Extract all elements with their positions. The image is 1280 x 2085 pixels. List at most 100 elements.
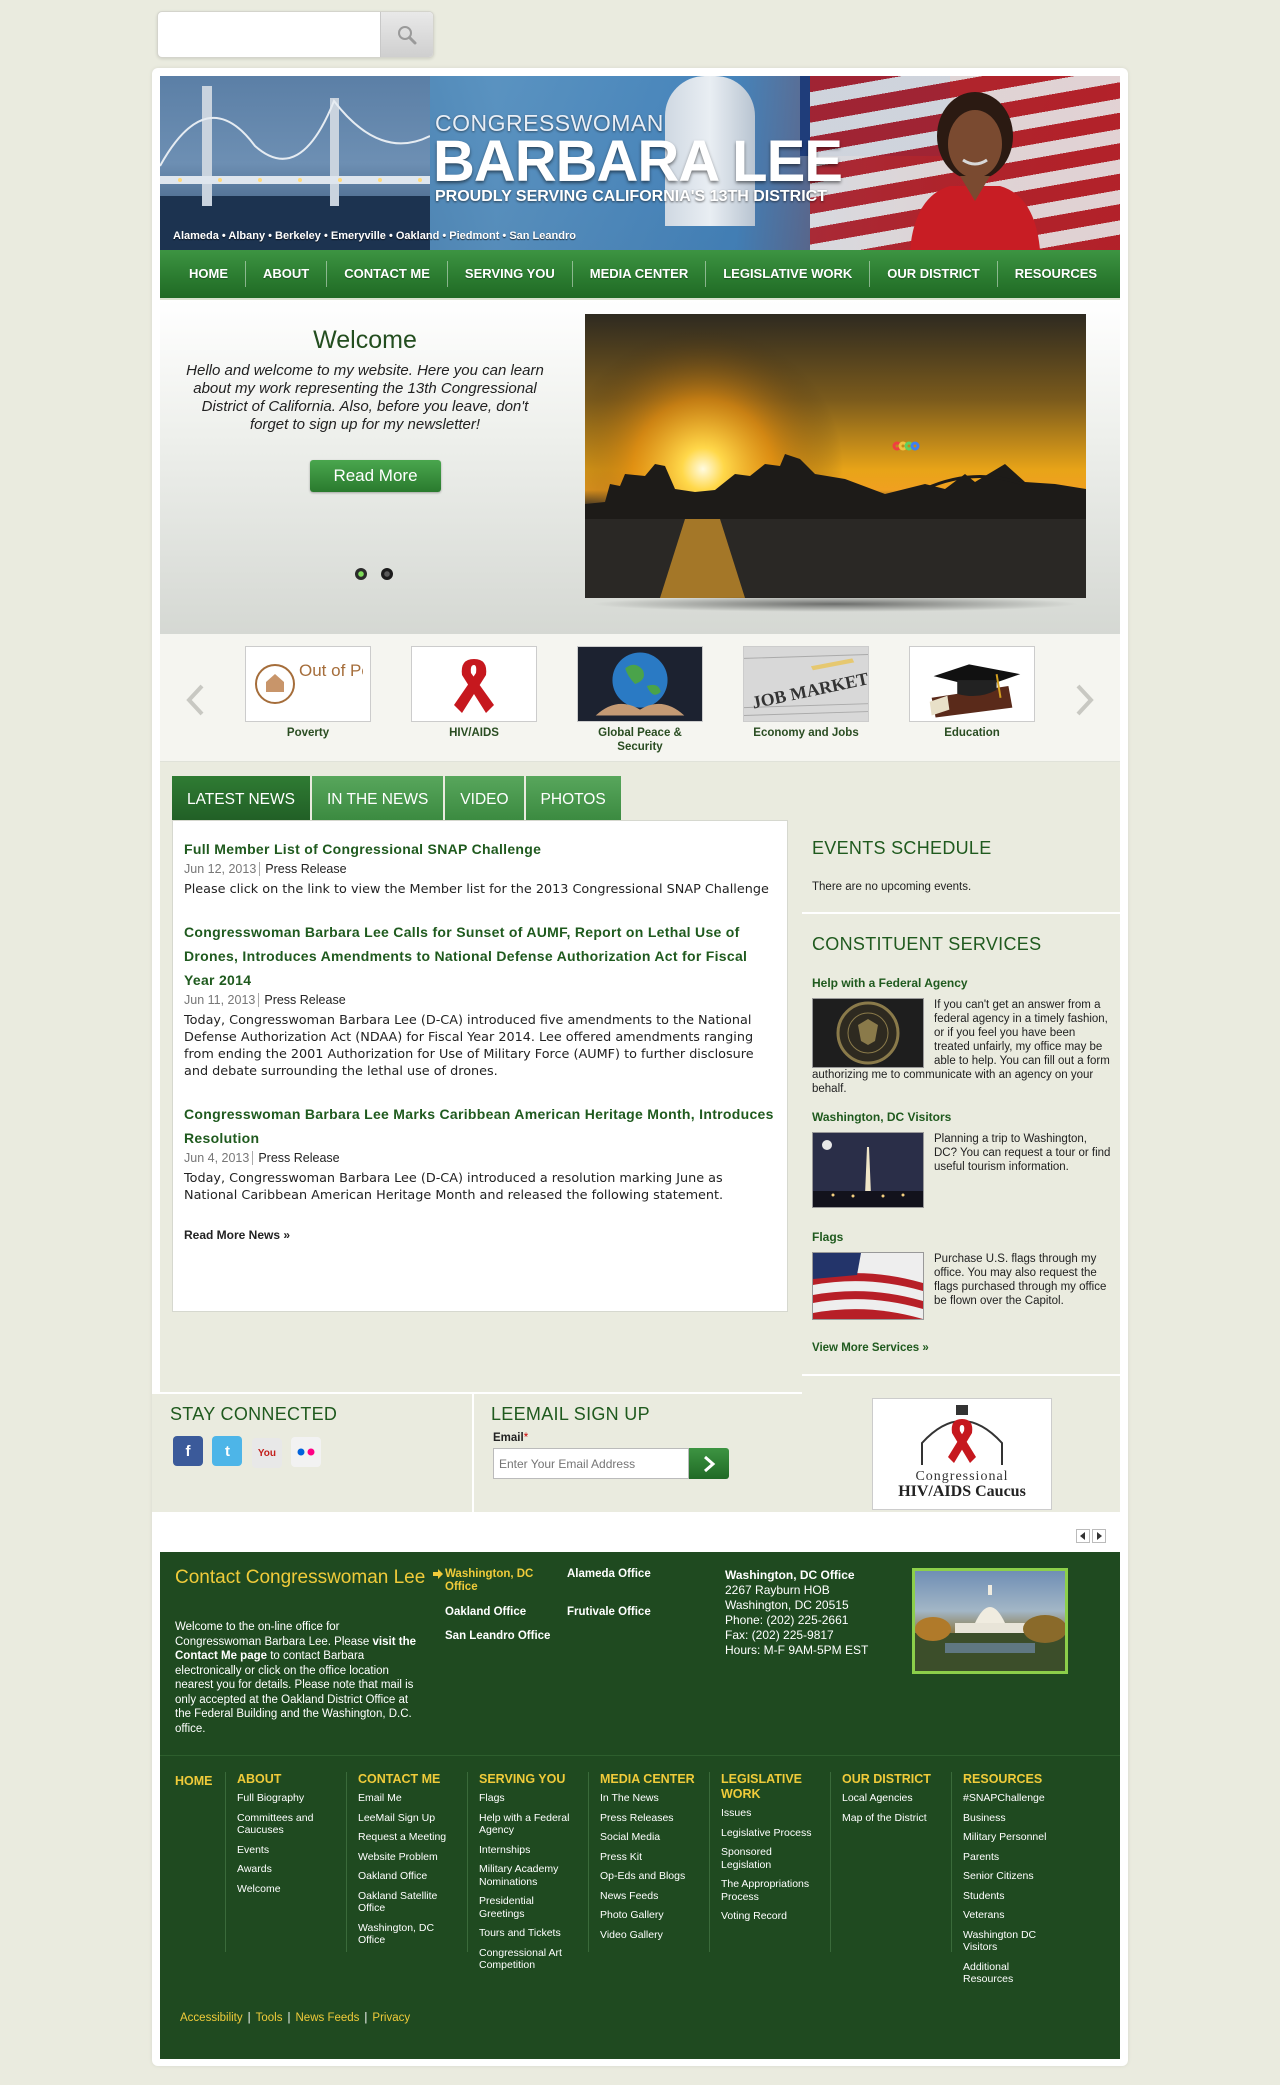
footer-link[interactable]: Students — [963, 1890, 1061, 1903]
issue-tile-hiv-aids[interactable]: HIV/AIDS — [411, 646, 537, 740]
footer-link[interactable]: Oakland Satellite Office — [358, 1890, 456, 1915]
footer-link[interactable]: Local Agencies — [842, 1792, 940, 1805]
nav-serving-you[interactable]: SERVING YOU — [448, 261, 573, 287]
facebook-icon[interactable]: f — [173, 1436, 203, 1466]
service-title[interactable]: Help with a Federal Agency — [812, 976, 968, 990]
carousel-next-button[interactable] — [1075, 684, 1095, 716]
nav-resources[interactable]: RESOURCES — [998, 261, 1114, 287]
footer-link[interactable]: Tours and Tickets — [479, 1927, 577, 1940]
office-san-leandro[interactable]: San Leandro Office — [445, 1630, 550, 1643]
mini-prev-button[interactable] — [1076, 1529, 1090, 1543]
tab-photos[interactable]: PHOTOS — [525, 776, 621, 821]
tab-video[interactable]: VIDEO — [445, 776, 524, 821]
footer-link[interactable]: Internships — [479, 1844, 577, 1857]
footer-head-media[interactable]: MEDIA CENTER — [600, 1772, 698, 1787]
footer-link[interactable]: Senior Citizens — [963, 1870, 1061, 1883]
carousel-prev-button[interactable] — [185, 684, 205, 716]
footer-link[interactable]: Events — [237, 1844, 335, 1857]
view-more-services-link[interactable]: View More Services » — [812, 1342, 929, 1354]
issue-tile-poverty[interactable]: Out of Poverty Caucus Poverty — [245, 646, 371, 740]
footer-head-district[interactable]: OUR DISTRICT — [842, 1772, 940, 1787]
footer-link[interactable]: Press Releases — [600, 1812, 698, 1825]
nav-media-center[interactable]: MEDIA CENTER — [573, 261, 707, 287]
footer-link[interactable]: Voting Record — [721, 1910, 819, 1923]
footer-head-serving[interactable]: SERVING YOU — [479, 1772, 577, 1787]
issue-tile-global-peace[interactable]: Global Peace & Security — [577, 646, 703, 754]
office-oakland[interactable]: Oakland Office — [445, 1606, 526, 1619]
footer-head-home[interactable]: HOME — [175, 1774, 213, 1788]
footer-link[interactable]: LeeMail Sign Up — [358, 1812, 456, 1825]
footer-link[interactable]: Sponsored Legislation — [721, 1846, 819, 1871]
email-submit-button[interactable] — [689, 1448, 729, 1479]
footer-link[interactable]: Oakland Office — [358, 1870, 456, 1883]
footer-link[interactable]: Washington, DC Office — [358, 1922, 456, 1947]
header-banner[interactable]: CONGRESSWOMAN BARBARA LEE PROUDLY SERVIN… — [160, 76, 1120, 250]
footer-link[interactable]: Awards — [237, 1863, 335, 1876]
footer-link[interactable]: Congressional Art Competition — [479, 1947, 577, 1972]
footer-head-about[interactable]: ABOUT — [237, 1772, 335, 1787]
presidential-seal-image[interactable] — [812, 998, 924, 1068]
us-flag-image[interactable] — [812, 1252, 924, 1320]
service-title[interactable]: Washington, DC Visitors — [812, 1110, 951, 1124]
nav-home[interactable]: HOME — [172, 261, 246, 287]
footer-accessibility-link[interactable]: Accessibility — [180, 2012, 243, 2024]
footer-link[interactable]: Op-Eds and Blogs — [600, 1870, 698, 1883]
footer-link[interactable]: Committees and Caucuses — [237, 1812, 335, 1837]
footer-link[interactable]: Request a Meeting — [358, 1831, 456, 1844]
footer-link[interactable]: Email Me — [358, 1792, 456, 1805]
footer-link[interactable]: News Feeds — [600, 1890, 698, 1903]
footer-link[interactable]: Photo Gallery — [600, 1909, 698, 1922]
news-item-title[interactable]: Congresswoman Barbara Lee Marks Caribbea… — [184, 1106, 774, 1146]
office-frutivale[interactable]: Frutivale Office — [567, 1606, 651, 1619]
footer-link[interactable]: Military Academy Nominations — [479, 1863, 577, 1888]
nav-about[interactable]: ABOUT — [246, 261, 328, 287]
footer-news-feeds-link[interactable]: News Feeds — [296, 2012, 360, 2024]
mini-next-button[interactable] — [1092, 1529, 1106, 1543]
tab-latest-news[interactable]: LATEST NEWS — [172, 776, 310, 821]
footer-link[interactable]: Military Personnel — [963, 1831, 1061, 1844]
read-more-news-link[interactable]: Read More News » — [184, 1228, 290, 1242]
nav-legislative-work[interactable]: LEGISLATIVE WORK — [706, 261, 871, 287]
email-input[interactable] — [493, 1448, 689, 1479]
news-item-title[interactable]: Full Member List of Congressional SNAP C… — [184, 841, 541, 857]
slider-dot-1[interactable] — [355, 568, 367, 580]
footer-link[interactable]: Website Problem — [358, 1851, 456, 1864]
footer-privacy-link[interactable]: Privacy — [372, 2012, 410, 2024]
read-more-button[interactable]: Read More — [310, 460, 441, 492]
footer-link[interactable]: In The News — [600, 1792, 698, 1805]
footer-link[interactable]: Social Media — [600, 1831, 698, 1844]
flickr-icon[interactable] — [291, 1436, 322, 1467]
footer-link[interactable]: Washington DC Visitors — [963, 1929, 1061, 1954]
footer-link[interactable]: Press Kit — [600, 1851, 698, 1864]
footer-link[interactable]: Issues — [721, 1807, 819, 1820]
issue-tile-economy[interactable]: JOB MARKET Economy and Jobs — [743, 646, 869, 740]
hiv-aids-caucus-logo[interactable]: Congressional HIV/AIDS Caucus — [872, 1398, 1052, 1510]
nav-contact-me[interactable]: CONTACT ME — [327, 261, 448, 287]
service-title[interactable]: Flags — [812, 1230, 843, 1244]
footer-link[interactable]: Presidential Greetings — [479, 1895, 577, 1920]
nav-our-district[interactable]: OUR DISTRICT — [870, 261, 998, 287]
issue-tile-education[interactable]: Education — [909, 646, 1035, 740]
footer-link[interactable]: #SNAPChallenge — [963, 1792, 1061, 1805]
footer-link[interactable]: Video Gallery — [600, 1929, 698, 1942]
footer-link[interactable]: Veterans — [963, 1909, 1061, 1922]
footer-link[interactable]: Legislative Process — [721, 1827, 819, 1840]
footer-tools-link[interactable]: Tools — [256, 2012, 283, 2024]
office-washington-dc[interactable]: Washington, DC Office — [445, 1568, 545, 1594]
search-button[interactable] — [380, 12, 433, 57]
search-input[interactable] — [164, 18, 374, 51]
footer-head-legislative[interactable]: LEGISLATIVE WORK — [721, 1772, 811, 1802]
footer-link[interactable]: Full Biography — [237, 1792, 335, 1805]
footer-head-contact[interactable]: CONTACT ME — [358, 1772, 456, 1787]
twitter-icon[interactable]: t — [212, 1436, 243, 1466]
tab-in-the-news[interactable]: IN THE NEWS — [311, 776, 444, 821]
footer-link[interactable]: Welcome — [237, 1883, 335, 1896]
office-alameda[interactable]: Alameda Office — [567, 1568, 651, 1581]
footer-head-resources[interactable]: RESOURCES — [963, 1772, 1061, 1787]
footer-link[interactable]: Help with a Federal Agency — [479, 1812, 577, 1837]
footer-link[interactable]: The Appropriations Process — [721, 1878, 819, 1903]
washington-monument-image[interactable] — [812, 1132, 924, 1208]
footer-link[interactable]: Business — [963, 1812, 1061, 1825]
footer-link[interactable]: Flags — [479, 1792, 577, 1805]
news-item-title[interactable]: Congresswoman Barbara Lee Calls for Suns… — [184, 924, 747, 988]
